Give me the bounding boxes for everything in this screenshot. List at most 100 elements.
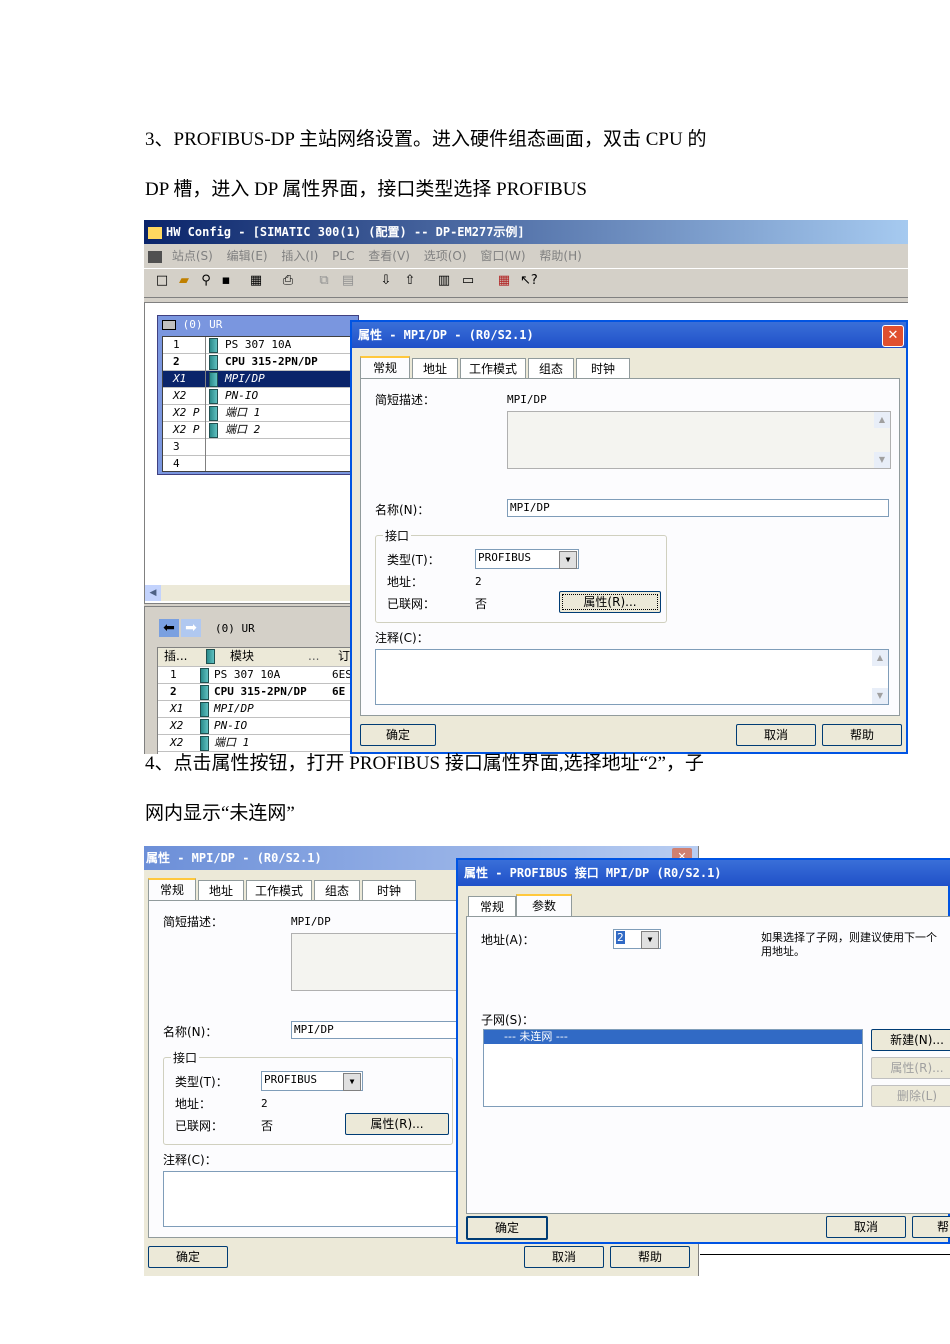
scroll-up-icon[interactable]: ▲ [874,412,890,428]
tab-configuration[interactable]: 组态 [314,880,360,901]
menu-item-options[interactable]: 选项(O) [424,249,467,263]
open-icon[interactable]: ▰ [176,273,192,289]
tab-address[interactable]: 地址 [412,358,458,379]
scroll-down-icon[interactable]: ▼ [872,688,888,704]
type-select[interactable]: PROFIBUS ▼ [475,549,579,569]
name-field[interactable]: MPI/DP [507,499,889,517]
table-row[interactable]: X2 P 端口 1 [163,405,355,422]
tab-general[interactable]: 常规 [468,896,516,917]
menu-item-station[interactable]: 站点(S) [172,249,213,263]
delete-subnet-button[interactable]: 删除(L) [871,1085,950,1107]
address-select[interactable]: 2 ▼ [613,929,661,949]
rack-table: 1 PS 307 10A 2 CPU 315-2PN/DP X1 MPI/DP X2 P… [162,336,356,472]
new-icon[interactable]: □ [154,273,170,289]
chevron-down-icon[interactable]: ▼ [559,551,577,569]
network-icon[interactable]: ⚲ [198,273,214,289]
profibus-interface-dialog: 属性 - PROFIBUS 接口 MPI/DP (R0/S2.1) 常规 参数 … [456,858,950,1244]
detail-table: 插... 模块... 订 1 PS 307 10A 6ES 2 CPU 315-2PN/D… [157,647,367,754]
scroll-down-icon[interactable]: ▼ [874,452,890,468]
front-help-button[interactable]: 帮 [912,1216,950,1238]
ok-button[interactable]: 确定 [148,1246,228,1268]
tab-address[interactable]: 地址 [198,880,244,901]
table-row[interactable]: 2 CPU 315-2PN/DP [163,354,355,371]
module-icon [209,406,218,421]
tab-general[interactable]: 常规 [360,356,410,378]
window-icon[interactable]: ▭ [460,273,476,289]
networked-label: 已联网： [387,597,436,611]
subnet-list[interactable]: --- 未连网 --- [483,1029,863,1107]
help-button[interactable]: 帮助 [822,724,902,746]
catalog-icon[interactable]: ▥ [436,273,452,289]
netpro-icon[interactable]: ▦ [496,273,512,289]
networked-label: 已联网： [175,1119,224,1133]
menu-item-help[interactable]: 帮助(H) [539,249,581,263]
type-label: 类型(T)： [387,553,440,567]
step4-text-line2: 网内显示“未连网” [145,803,295,824]
menu-item-insert[interactable]: 插入(I) [281,249,318,263]
front-cancel-button[interactable]: 取消 [826,1216,906,1238]
tab-operating-mode[interactable]: 工作模式 [460,358,526,379]
table-row[interactable]: X2 PN-IO [163,388,355,405]
cancel-button[interactable]: 取消 [736,724,816,746]
subnet-properties-button[interactable]: 属性(R)... [871,1057,950,1079]
app-icon [148,226,162,239]
properties-button[interactable]: 属性(R)... [559,591,661,613]
table-row[interactable]: 1 PS 307 10A [163,337,355,354]
save-icon[interactable]: ▪ [218,273,234,289]
type-select[interactable]: PROFIBUS ▼ [261,1071,363,1091]
menu-item-window[interactable]: 窗口(W) [480,249,525,263]
short-desc-box[interactable]: ▲ ▼ [507,411,891,469]
comment-box[interactable]: ▲ ▼ [375,649,889,705]
chevron-down-icon[interactable]: ▼ [641,931,659,949]
menu-item-edit[interactable]: 编辑(E) [227,249,268,263]
table-row-selected[interactable]: X1 MPI/DP [163,371,355,388]
tab-general[interactable]: 常规 [148,878,196,900]
table-row[interactable]: 2 CPU 315-2PN/DP 6E [158,684,366,701]
cancel-button[interactable]: 取消 [524,1246,604,1268]
whats-this-icon[interactable]: ↖? [520,273,538,289]
menu-item-view[interactable]: 查看(V) [368,249,410,263]
download-icon[interactable]: ⇩ [378,273,394,289]
detail-title: (0) UR [215,622,255,635]
tab-parameters[interactable]: 参数 [516,894,572,916]
back-dialog-title: 属性 - MPI/DP - (R0/S2.1) [146,851,322,865]
detail-table-header: 插... 模块... 订 [158,648,366,667]
comment-box[interactable] [163,1171,465,1227]
short-desc-label: 简短描述： [163,915,224,929]
print-icon[interactable]: ⎙ [280,273,296,289]
chevron-down-icon[interactable]: ▼ [343,1073,361,1091]
upload-icon[interactable]: ⇧ [402,273,418,289]
help-button[interactable]: 帮助 [610,1246,690,1268]
tab-operating-mode[interactable]: 工作模式 [246,880,312,901]
scroll-up-icon[interactable]: ▲ [872,650,888,666]
table-row[interactable]: X2 PN-IO [158,718,366,735]
menu-item-plc[interactable]: PLC [332,249,354,263]
new-subnet-button[interactable]: 新建(N)... [871,1029,950,1051]
tab-clock[interactable]: 时钟 [362,880,416,901]
scroll-left-icon[interactable]: ◀ [145,585,161,601]
subnet-list-item-selected[interactable]: --- 未连网 --- [484,1030,862,1044]
compile-icon[interactable]: ▦ [248,273,264,289]
rack-window: (0) UR 1 PS 307 10A 2 CPU 315-2PN/DP X1 MPI… [157,315,359,475]
front-dialog-title: 属性 - PROFIBUS 接口 MPI/DP (R0/S2.1) [464,866,722,880]
workspace-hscroll[interactable]: ◀ [145,585,365,601]
copy-icon[interactable]: ⧉ [316,273,332,289]
table-row[interactable]: 4 [163,456,355,472]
paste-icon[interactable]: ▤ [340,273,356,289]
address-value: 2 [475,575,482,588]
module-icon [200,685,209,700]
table-row[interactable]: X2 P 端口 2 [163,422,355,439]
back-arrow-icon[interactable]: ⬅ [159,619,179,637]
properties-button[interactable]: 属性(R)... [345,1113,449,1135]
interface-group-label: 接口 [383,527,412,544]
table-row[interactable]: 1 PS 307 10A 6ES [158,667,366,684]
tab-clock[interactable]: 时钟 [576,358,630,379]
forward-arrow-icon[interactable]: ➡ [181,619,201,637]
tab-configuration[interactable]: 组态 [528,358,574,379]
table-row[interactable]: 3 [163,439,355,456]
table-row[interactable]: X1 MPI/DP [158,701,366,718]
close-icon[interactable]: ✕ [882,325,904,347]
ok-button[interactable]: 确定 [360,724,436,746]
front-ok-button[interactable]: 确定 [466,1216,548,1240]
address-label: 地址： [387,575,424,589]
